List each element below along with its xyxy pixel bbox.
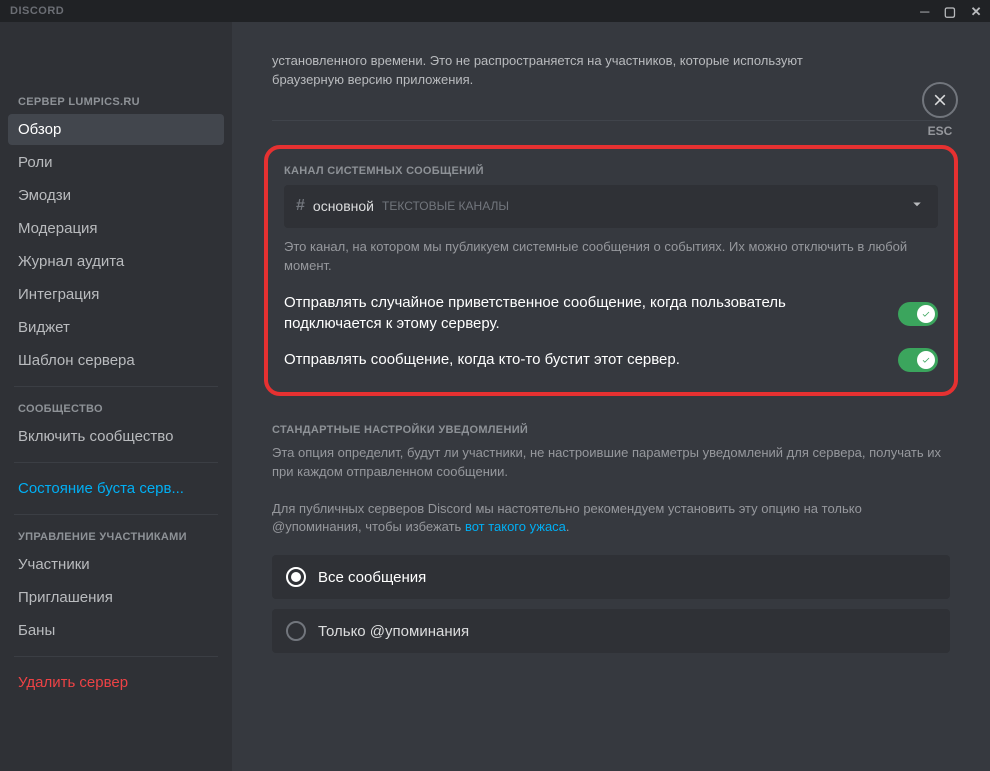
boost-message-toggle-row: Отправлять сообщение, когда кто-то бусти…: [284, 348, 938, 372]
sidebar-item-enable-community[interactable]: Включить сообщество: [8, 421, 224, 452]
settings-content: ESC установленного времени. Это не распр…: [232, 22, 990, 771]
boost-toggle-label: Отправлять сообщение, когда кто-то бусти…: [284, 350, 882, 370]
sidebar-divider: [14, 514, 218, 515]
sidebar-item-delete-server[interactable]: Удалить сервер: [8, 667, 224, 698]
notification-help-1: Эта опция определит, будут ли участники,…: [272, 444, 950, 482]
sidebar-item-invites[interactable]: Приглашения: [8, 582, 224, 613]
system-channel-help: Это канал, на котором мы публикуем систе…: [284, 238, 938, 276]
sidebar-divider: [14, 656, 218, 657]
system-channel-select[interactable]: # основной ТЕКСТОВЫЕ КАНАЛЫ: [284, 185, 938, 228]
sidebar-divider: [14, 386, 218, 387]
radio-icon: [286, 567, 306, 587]
radio-icon: [286, 621, 306, 641]
radio-all-messages[interactable]: Все сообщения: [272, 555, 950, 599]
toggle-knob: [917, 351, 935, 369]
radio-only-mentions[interactable]: Только @упоминания: [272, 609, 950, 653]
close-icon[interactable]: ✕: [971, 5, 982, 18]
sidebar-item-boost-status[interactable]: Состояние буста серв...: [8, 473, 224, 504]
radio-label: Только @упоминания: [318, 623, 469, 640]
sidebar-section-server: СЕРВЕР LUMPICS.RU: [8, 90, 224, 114]
sidebar-item-overview[interactable]: Обзор: [8, 114, 224, 145]
sidebar-item-roles[interactable]: Роли: [8, 147, 224, 178]
notification-horror-link[interactable]: вот такого ужаса: [465, 519, 566, 534]
sidebar-item-audit-log[interactable]: Журнал аудита: [8, 246, 224, 277]
settings-sidebar: СЕРВЕР LUMPICS.RU Обзор Роли Эмодзи Моде…: [0, 22, 232, 771]
system-channel-label: КАНАЛ СИСТЕМНЫХ СООБЩЕНИЙ: [284, 165, 938, 177]
sidebar-section-community: СООБЩЕСТВО: [8, 397, 224, 421]
close-settings-button[interactable]: ESC: [922, 82, 958, 138]
sidebar-section-members: УПРАВЛЕНИЕ УЧАСТНИКАМИ: [8, 525, 224, 549]
sidebar-item-widget[interactable]: Виджет: [8, 312, 224, 343]
app-brand: DISCORD: [10, 5, 64, 17]
sidebar-item-moderation[interactable]: Модерация: [8, 213, 224, 244]
notification-settings-label: СТАНДАРТНЫЕ НАСТРОЙКИ УВЕДОМЛЕНИЙ: [272, 424, 950, 436]
welcome-message-toggle-row: Отправлять случайное приветственное сооб…: [284, 293, 938, 334]
channel-name: основной: [313, 198, 374, 214]
esc-label: ESC: [928, 124, 953, 138]
boost-message-toggle[interactable]: [898, 348, 938, 372]
system-messages-section: КАНАЛ СИСТЕМНЫХ СООБЩЕНИЙ # основной ТЕК…: [264, 145, 958, 396]
chevron-down-icon: [908, 195, 926, 218]
sidebar-item-bans[interactable]: Баны: [8, 615, 224, 646]
window-controls: ─ ▢ ✕: [920, 5, 982, 18]
sidebar-item-members[interactable]: Участники: [8, 549, 224, 580]
channel-category: ТЕКСТОВЫЕ КАНАЛЫ: [382, 199, 509, 213]
hash-icon: #: [296, 197, 305, 215]
section-divider: [272, 120, 950, 121]
welcome-toggle-label: Отправлять случайное приветственное сооб…: [284, 293, 882, 334]
toggle-knob: [917, 305, 935, 323]
window-titlebar: DISCORD ─ ▢ ✕: [0, 0, 990, 22]
minimize-icon[interactable]: ─: [920, 5, 930, 18]
maximize-icon[interactable]: ▢: [944, 5, 957, 18]
inactive-description: установленного времени. Это не распростр…: [272, 52, 872, 90]
welcome-message-toggle[interactable]: [898, 302, 938, 326]
sidebar-item-emoji[interactable]: Эмодзи: [8, 180, 224, 211]
sidebar-item-integrations[interactable]: Интеграция: [8, 279, 224, 310]
sidebar-item-template[interactable]: Шаблон сервера: [8, 345, 224, 376]
sidebar-divider: [14, 462, 218, 463]
radio-label: Все сообщения: [318, 569, 426, 586]
close-icon: [922, 82, 958, 118]
notification-help-2: Для публичных серверов Discord мы настоя…: [272, 500, 950, 538]
